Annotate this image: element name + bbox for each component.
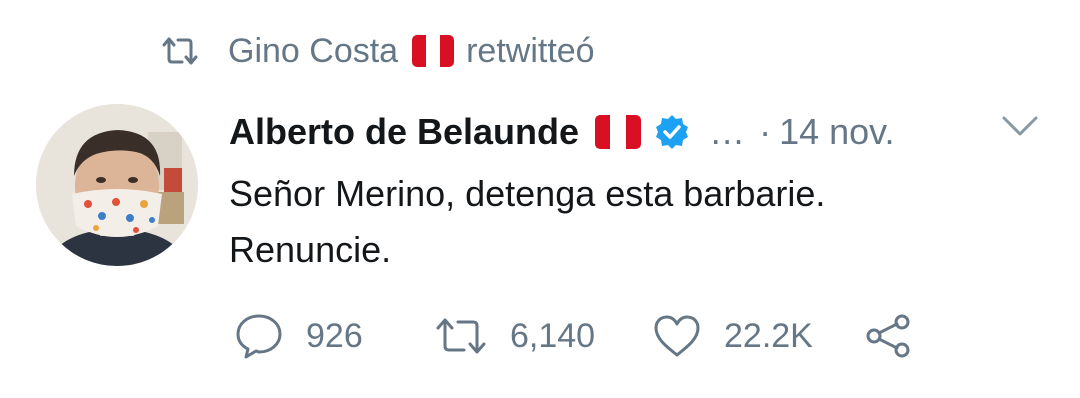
retweeter-name[interactable]: Gino Costa xyxy=(228,32,398,71)
like-button[interactable]: 22.2K xyxy=(652,313,864,359)
retweet-action-label: retwitteó xyxy=(466,31,595,70)
tweet-text-line: Señor Merino, detenga esta barbarie. xyxy=(229,173,826,214)
avatar-photo xyxy=(36,104,198,266)
share-icon xyxy=(866,314,910,358)
like-icon xyxy=(654,315,700,357)
tweet-header: Alberto de Belaunde … · 14 nov. xyxy=(229,106,894,158)
chevron-down-icon[interactable] xyxy=(1000,112,1040,140)
reply-icon xyxy=(236,314,282,359)
author-name[interactable]: Alberto de Belaunde xyxy=(229,111,579,153)
retweet-context[interactable]: Gino Costa retwitteó xyxy=(160,28,595,74)
peru-flag-icon xyxy=(412,35,455,67)
tweet-text: Señor Merino, detenga esta barbarie. Ren… xyxy=(229,166,1029,278)
tweet-date[interactable]: 14 nov. xyxy=(779,111,894,153)
avatar[interactable] xyxy=(36,104,198,266)
tweet-text-line: Renuncie. xyxy=(229,229,392,270)
retweet-icon xyxy=(436,318,486,354)
retweet-button[interactable]: 6,140 xyxy=(434,314,652,358)
retweet-count: 6,140 xyxy=(510,316,596,355)
meta-separator: · xyxy=(759,111,772,152)
verified-badge-icon xyxy=(656,115,689,149)
share-button[interactable] xyxy=(864,312,914,360)
reply-button[interactable]: 926 xyxy=(234,312,434,360)
retweet-icon xyxy=(162,37,198,65)
tweet-actions: 926 6,140 22.2K xyxy=(234,308,914,364)
peru-flag-icon xyxy=(595,115,642,149)
truncation-ellipsis: … xyxy=(709,111,746,152)
reply-count: 926 xyxy=(306,316,363,355)
like-count: 22.2K xyxy=(724,316,813,355)
